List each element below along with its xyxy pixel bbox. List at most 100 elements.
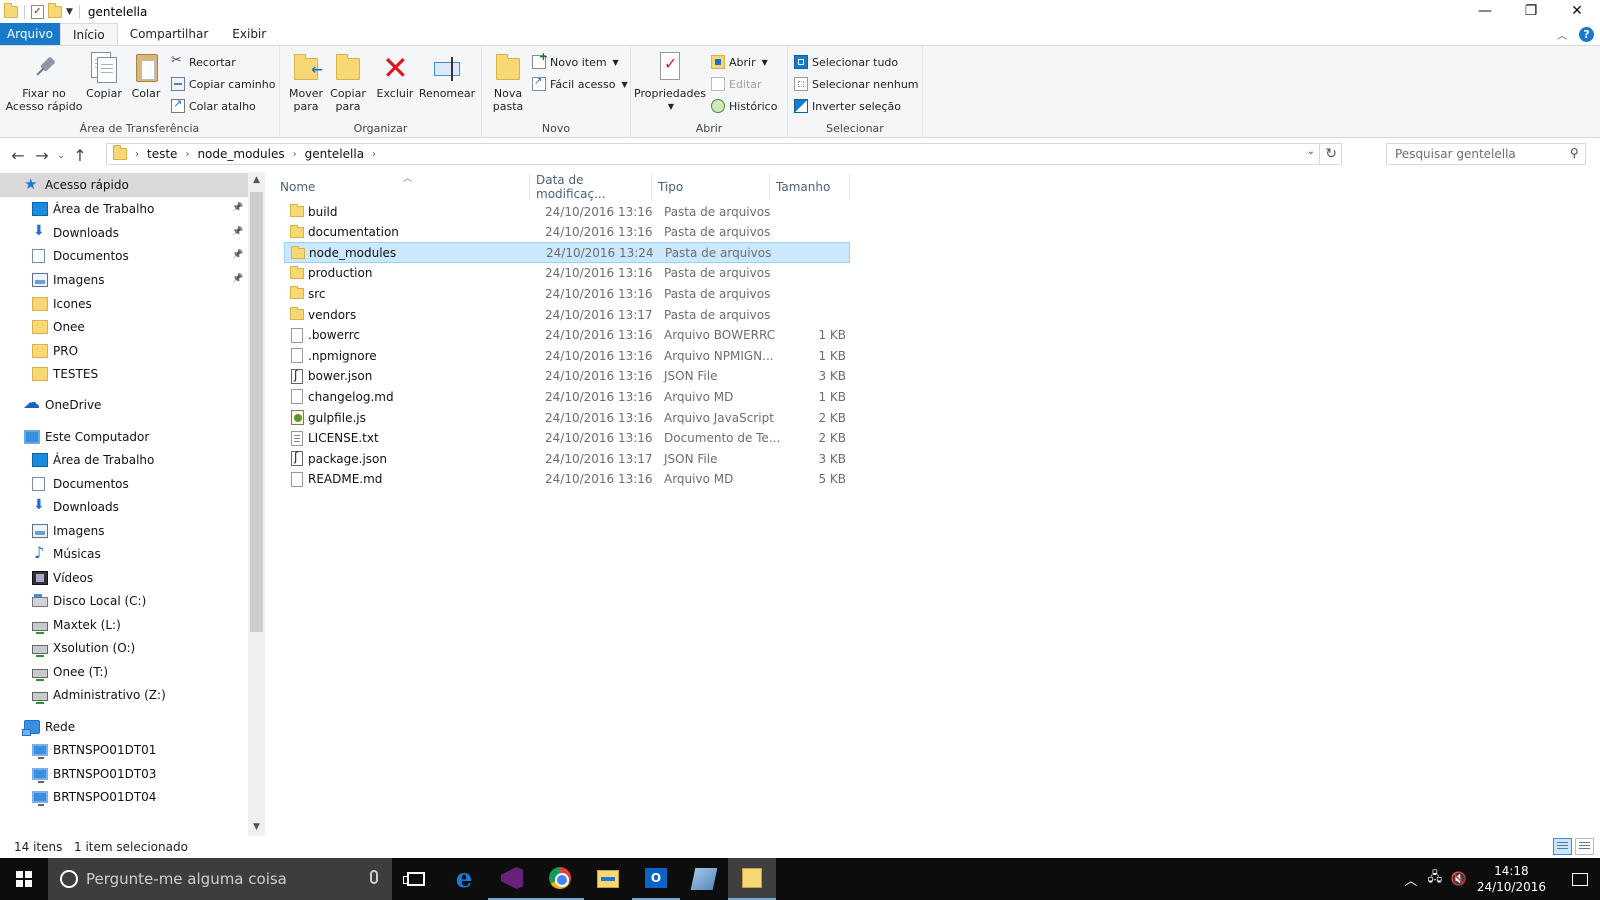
large-icons-view-icon[interactable] <box>1575 838 1594 855</box>
cortana-search-box[interactable]: Pergunte-me alguma coisa <box>48 858 392 900</box>
table-row[interactable]: package.json 24/10/2016 13:17 JSON File 3 K… <box>284 448 850 469</box>
sidebar-item[interactable]: OneDrive <box>0 393 248 417</box>
start-button[interactable] <box>0 858 48 900</box>
clock[interactable]: 14:18 24/10/2016 <box>1477 863 1546 895</box>
table-row[interactable]: build 24/10/2016 13:16 Pasta de arquivos <box>284 201 850 222</box>
new-item-button[interactable]: Novo item ▼ <box>532 50 619 71</box>
sidebar-item[interactable]: Rede <box>0 715 248 739</box>
breadcrumb-teste[interactable]: teste <box>143 147 181 161</box>
breadcrumb-gentelella[interactable]: gentelella <box>301 147 368 161</box>
table-row[interactable]: production 24/10/2016 13:16 Pasta de arqui… <box>284 263 850 284</box>
refresh-icon[interactable]: ↻ <box>1319 144 1337 164</box>
open-button[interactable]: Abrir ▼ <box>711 53 768 71</box>
table-row[interactable]: node_modules 24/10/2016 13:24 Pasta de arq… <box>284 242 850 264</box>
table-row[interactable]: gulpfile.js 24/10/2016 13:16 Arquivo JavaS… <box>284 407 850 428</box>
cut-button[interactable]: Recortar <box>171 53 236 71</box>
breadcrumb-chevron-icon[interactable]: › <box>131 149 143 160</box>
scroll-up-icon[interactable]: ▲ <box>248 172 265 189</box>
rename-button[interactable]: Renomear <box>418 52 476 100</box>
table-row[interactable]: .npmignore 24/10/2016 13:16 Arquivo NPMIGN… <box>284 345 850 366</box>
new-folder-icon[interactable] <box>48 3 62 18</box>
sidebar-item[interactable]: Downloads <box>0 495 248 519</box>
minimize-button[interactable]: — <box>1462 0 1508 22</box>
tab-home[interactable]: Início <box>59 23 118 45</box>
customize-toolbar-dropdown-icon[interactable]: ▼ <box>66 7 73 17</box>
pinned-icon[interactable]: 📌 <box>232 227 243 237</box>
sidebar-item[interactable]: Vídeos <box>0 566 248 590</box>
table-row[interactable]: documentation 24/10/2016 13:16 Pasta de ar… <box>284 222 850 243</box>
address-bar[interactable]: › teste › node_modules › gentelella › ⌄ … <box>106 143 1342 165</box>
properties-icon[interactable]: ✓ <box>31 5 44 19</box>
taskbar-chrome[interactable] <box>536 858 584 900</box>
sidebar-item[interactable]: Documentos <box>0 472 248 496</box>
taskbar-visual-studio[interactable] <box>488 858 536 900</box>
select-none-button[interactable]: Selecionar nenhum <box>794 75 919 93</box>
show-hidden-icons-chevron-icon[interactable]: ︿ <box>1399 870 1423 889</box>
sidebar-item[interactable]: Downloads 📌 <box>0 221 248 245</box>
tab-view[interactable]: Exibir <box>220 23 278 45</box>
edit-button[interactable]: Editar <box>711 75 762 93</box>
pinned-icon[interactable]: 📌 <box>232 274 243 284</box>
scroll-down-icon[interactable]: ▼ <box>248 819 265 836</box>
breadcrumb-node-modules[interactable]: node_modules <box>193 147 288 161</box>
sidebar-item[interactable]: Xsolution (O:) <box>0 636 248 660</box>
table-row[interactable]: bower.json 24/10/2016 13:16 JSON File 3 KB <box>284 366 850 387</box>
address-history-dropdown-icon[interactable]: ⌄ <box>1307 146 1315 157</box>
collapse-ribbon-icon[interactable]: ︿ <box>1557 27 1567 42</box>
breadcrumb-chevron-icon[interactable]: › <box>289 149 301 160</box>
breadcrumb-chevron-icon[interactable]: › <box>368 149 380 160</box>
history-button[interactable]: Histórico <box>711 97 777 115</box>
table-row[interactable]: LICENSE.txt 24/10/2016 13:16 Documento de … <box>284 428 850 449</box>
up-arrow-icon[interactable]: ↑ <box>68 146 92 165</box>
column-header-type[interactable]: Tipo <box>652 174 770 200</box>
microphone-icon[interactable] <box>370 870 378 884</box>
sidebar-item[interactable]: BRTNSPO01DT01 <box>0 738 248 762</box>
paste-button[interactable]: Colar <box>128 52 164 100</box>
table-row[interactable]: .bowerrc 24/10/2016 13:16 Arquivo BOWERRC 1… <box>284 325 850 346</box>
sidebar-item[interactable]: PRO <box>0 339 248 363</box>
delete-button[interactable]: ✕ Excluir <box>376 52 414 100</box>
sidebar-item[interactable]: BRTNSPO01DT04 <box>0 785 248 809</box>
sidebar-item[interactable]: TESTES <box>0 362 248 386</box>
copy-to-button[interactable]: Copiar para <box>328 52 368 113</box>
column-header-name[interactable]: Nome ︿ <box>272 174 530 200</box>
sidebar-item[interactable]: Acesso rápido <box>0 173 248 197</box>
sidebar-item[interactable]: Imagens 📌 <box>0 268 248 292</box>
tab-share[interactable]: Compartilhar <box>118 23 221 45</box>
sidebar-item[interactable]: Onee <box>0 315 248 339</box>
table-row[interactable]: changelog.md 24/10/2016 13:16 Arquivo MD 1 … <box>284 386 850 407</box>
sidebar-item[interactable]: Imagens <box>0 519 248 543</box>
move-to-button[interactable]: ← Mover para <box>286 52 326 113</box>
tab-file[interactable]: Arquivo <box>0 23 60 45</box>
sidebar-item[interactable]: Maxtek (L:) <box>0 613 248 637</box>
task-view-button[interactable] <box>392 858 440 900</box>
copy-button[interactable]: Copiar <box>84 52 124 100</box>
details-view-icon[interactable] <box>1553 838 1572 855</box>
pinned-icon[interactable]: 📌 <box>232 203 243 213</box>
copy-path-button[interactable]: Copiar caminho <box>171 75 275 93</box>
table-row[interactable]: src 24/10/2016 13:16 Pasta de arquivos <box>284 283 850 304</box>
new-folder-button[interactable]: Nova pasta <box>488 52 528 113</box>
table-row[interactable]: vendors 24/10/2016 13:17 Pasta de arquivos <box>284 304 850 325</box>
action-center-button[interactable] <box>1560 858 1600 900</box>
properties-button[interactable]: Propriedades ▼ <box>634 52 706 113</box>
taskbar-outlook[interactable]: O <box>632 858 680 900</box>
table-row[interactable]: README.md 24/10/2016 13:16 Arquivo MD 5 KB <box>284 469 850 490</box>
sidebar-item[interactable]: BRTNSPO01DT03 <box>0 762 248 786</box>
close-button[interactable]: ✕ <box>1554 0 1600 22</box>
taskbar-editor[interactable] <box>680 858 728 900</box>
sidebar-item[interactable]: Icones <box>0 292 248 316</box>
search-input[interactable]: Pesquisar gentelella ⚲ <box>1386 143 1586 165</box>
pin-quick-access-button[interactable]: Fixar no Acesso rápido <box>6 52 83 113</box>
sidebar-item[interactable]: Onee (T:) <box>0 660 248 684</box>
sidebar-item[interactable]: Este Computador <box>0 425 248 449</box>
taskbar-file-explorer[interactable] <box>584 858 632 900</box>
easy-access-button[interactable]: Fácil acesso ▼ <box>532 75 628 93</box>
navigation-scrollbar[interactable]: ▲ ▼ <box>248 172 265 836</box>
scrollbar-thumb[interactable] <box>250 192 263 632</box>
column-header-date[interactable]: Data de modificaç... <box>530 173 652 201</box>
back-arrow-icon[interactable]: ← <box>6 146 30 165</box>
invert-selection-button[interactable]: Inverter seleção <box>794 97 901 115</box>
taskbar-folder-window[interactable] <box>728 858 776 900</box>
taskbar-edge[interactable]: e <box>440 858 488 900</box>
